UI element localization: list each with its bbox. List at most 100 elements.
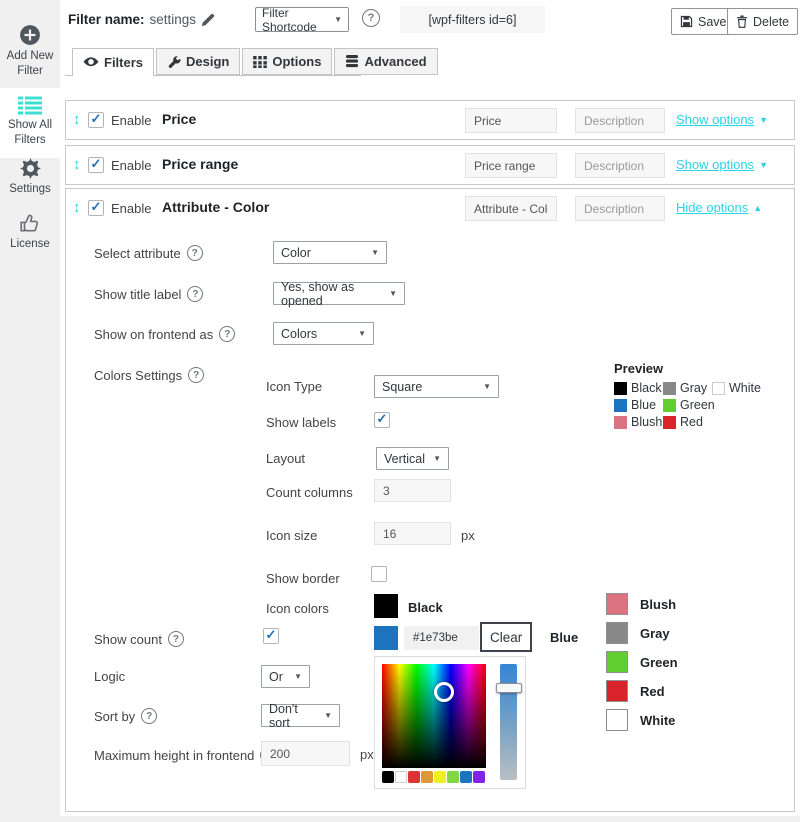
clear-color-button[interactable]: Clear <box>480 622 533 652</box>
select-attribute-dropdown[interactable]: Color ▼ <box>273 241 387 264</box>
icon-color-swatch-blue[interactable] <box>374 626 398 650</box>
sidebar-item-settings[interactable]: Settings <box>0 158 60 197</box>
color-swatch[interactable] <box>606 622 628 644</box>
sort-by-dropdown[interactable]: Don't sort ▼ <box>261 702 340 730</box>
filter-row-attribute-color: ↕ ✓ Enable Attribute - Color Hide option… <box>65 188 795 812</box>
color-swatch <box>663 381 676 395</box>
preview-item: Green <box>663 398 715 412</box>
color-swatch <box>663 398 676 412</box>
layout-dropdown[interactable]: Vertical ▼ <box>376 447 449 470</box>
color-swatch[interactable] <box>606 680 628 702</box>
icon-type-label: Icon Type <box>266 379 323 394</box>
filter-title: Attribute - Color <box>162 199 270 215</box>
filter-name-input[interactable] <box>465 153 557 178</box>
check-icon: ✓ <box>376 411 388 426</box>
preview-item: Red <box>663 415 712 429</box>
icon-size-input[interactable] <box>374 522 451 545</box>
preview-item: Black <box>614 381 663 395</box>
palette-swatch[interactable] <box>382 771 394 783</box>
show-labels-checkbox[interactable]: ✓ <box>374 411 390 428</box>
tab-advanced[interactable]: Advanced <box>334 48 438 75</box>
check-icon: ✓ <box>90 111 102 126</box>
color-swatch <box>614 398 627 412</box>
icon-color-item: Green <box>606 651 678 673</box>
palette-swatch[interactable] <box>447 771 459 783</box>
icon-type-dropdown[interactable]: Square ▼ <box>374 375 499 398</box>
palette-swatch[interactable] <box>460 771 472 783</box>
color-picker-saturation-square[interactable] <box>382 664 486 768</box>
palette-swatch[interactable] <box>473 771 485 783</box>
thumbs-up-icon <box>0 212 60 234</box>
hex-color-input[interactable] <box>404 626 479 650</box>
chevron-down-icon: ▼ <box>294 672 302 681</box>
palette-swatch[interactable] <box>408 771 420 783</box>
chevron-down-icon: ▼ <box>358 329 366 338</box>
color-swatch[interactable] <box>606 709 628 731</box>
sidebar-item-license[interactable]: License <box>0 212 60 252</box>
color-picker-selection-ring[interactable] <box>434 682 454 702</box>
color-swatch[interactable] <box>606 593 628 615</box>
filter-shortcode-select[interactable]: Filter Shortcode ▼ <box>255 6 349 34</box>
drag-handle-icon[interactable]: ↕ <box>73 156 81 173</box>
count-columns-input[interactable] <box>374 479 451 502</box>
filter-name: Filter name: settings <box>68 12 215 27</box>
help-icon[interactable]: ? <box>362 9 380 27</box>
color-swatch[interactable] <box>606 651 628 673</box>
max-height-input[interactable] <box>261 741 350 766</box>
filter-description-input[interactable] <box>575 153 665 178</box>
preview-title: Preview <box>614 361 664 376</box>
enable-checkbox[interactable]: ✓ <box>88 156 104 173</box>
color-picker-slider-handle[interactable] <box>496 683 522 693</box>
filter-title: Price range <box>162 156 239 172</box>
show-options-link[interactable]: Show options ▼ <box>676 157 768 172</box>
help-icon[interactable]: ? <box>167 631 184 647</box>
pencil-icon[interactable] <box>201 13 215 27</box>
delete-button-label: Delete <box>753 14 790 29</box>
help-icon[interactable]: ? <box>141 708 158 724</box>
sidebar-item-add-new-filter[interactable]: Add New Filter <box>0 24 60 79</box>
trash-icon <box>736 15 748 28</box>
preview-panel: Preview Black Gray White Blue Green Blus… <box>614 361 800 429</box>
help-icon[interactable]: ? <box>219 326 236 342</box>
icon-size-label: Icon size <box>266 528 318 543</box>
hide-options-link[interactable]: Hide options ▲ <box>676 200 762 215</box>
tab-filters[interactable]: Filters <box>72 48 155 76</box>
check-icon: ✓ <box>265 627 277 642</box>
filter-description-input[interactable] <box>575 196 665 221</box>
drag-handle-icon[interactable]: ↕ <box>73 199 81 216</box>
show-title-dropdown[interactable]: Yes, show as opened ▼ <box>273 280 405 308</box>
enable-checkbox[interactable]: ✓ <box>88 111 104 128</box>
enable-checkbox[interactable]: ✓ <box>88 199 104 216</box>
eye-icon <box>83 56 99 70</box>
show-border-checkbox[interactable] <box>371 566 387 582</box>
palette-swatch[interactable] <box>434 771 446 783</box>
show-options-label: Show options <box>676 157 755 172</box>
sort-by-label: Sort by ? <box>94 708 158 724</box>
filter-description-input[interactable] <box>575 108 665 133</box>
tab-options[interactable]: Options <box>242 48 333 75</box>
help-icon[interactable]: ? <box>186 245 203 261</box>
icon-color-item: Red <box>606 680 678 702</box>
sidebar-item-show-all-filters[interactable]: Show All Filters <box>0 88 60 158</box>
delete-button[interactable]: Delete <box>727 8 799 35</box>
filter-name-input[interactable] <box>465 196 557 221</box>
drag-handle-icon[interactable]: ↕ <box>73 111 81 128</box>
help-icon[interactable]: ? <box>187 286 204 302</box>
icon-color-swatch-black[interactable] <box>374 594 398 618</box>
palette-swatch[interactable] <box>421 771 433 783</box>
help-icon[interactable]: ? <box>188 367 205 383</box>
show-count-checkbox[interactable]: ✓ <box>263 627 279 644</box>
filter-title: Price <box>162 111 197 127</box>
logic-dropdown[interactable]: Or ▼ <box>261 665 310 688</box>
tab-design[interactable]: Design <box>156 48 241 75</box>
filter-name-input[interactable] <box>465 108 557 133</box>
palette-swatch[interactable] <box>395 771 407 783</box>
color-picker-palette <box>382 771 485 783</box>
save-button[interactable]: Save <box>671 8 736 35</box>
color-picker-lightness-slider[interactable] <box>500 664 517 780</box>
color-swatch <box>614 415 627 429</box>
chevron-down-icon: ▼ <box>324 711 332 720</box>
layout-label: Layout <box>266 451 306 466</box>
show-options-link[interactable]: Show options ▼ <box>676 112 768 127</box>
show-on-frontend-dropdown[interactable]: Colors ▼ <box>273 322 374 345</box>
